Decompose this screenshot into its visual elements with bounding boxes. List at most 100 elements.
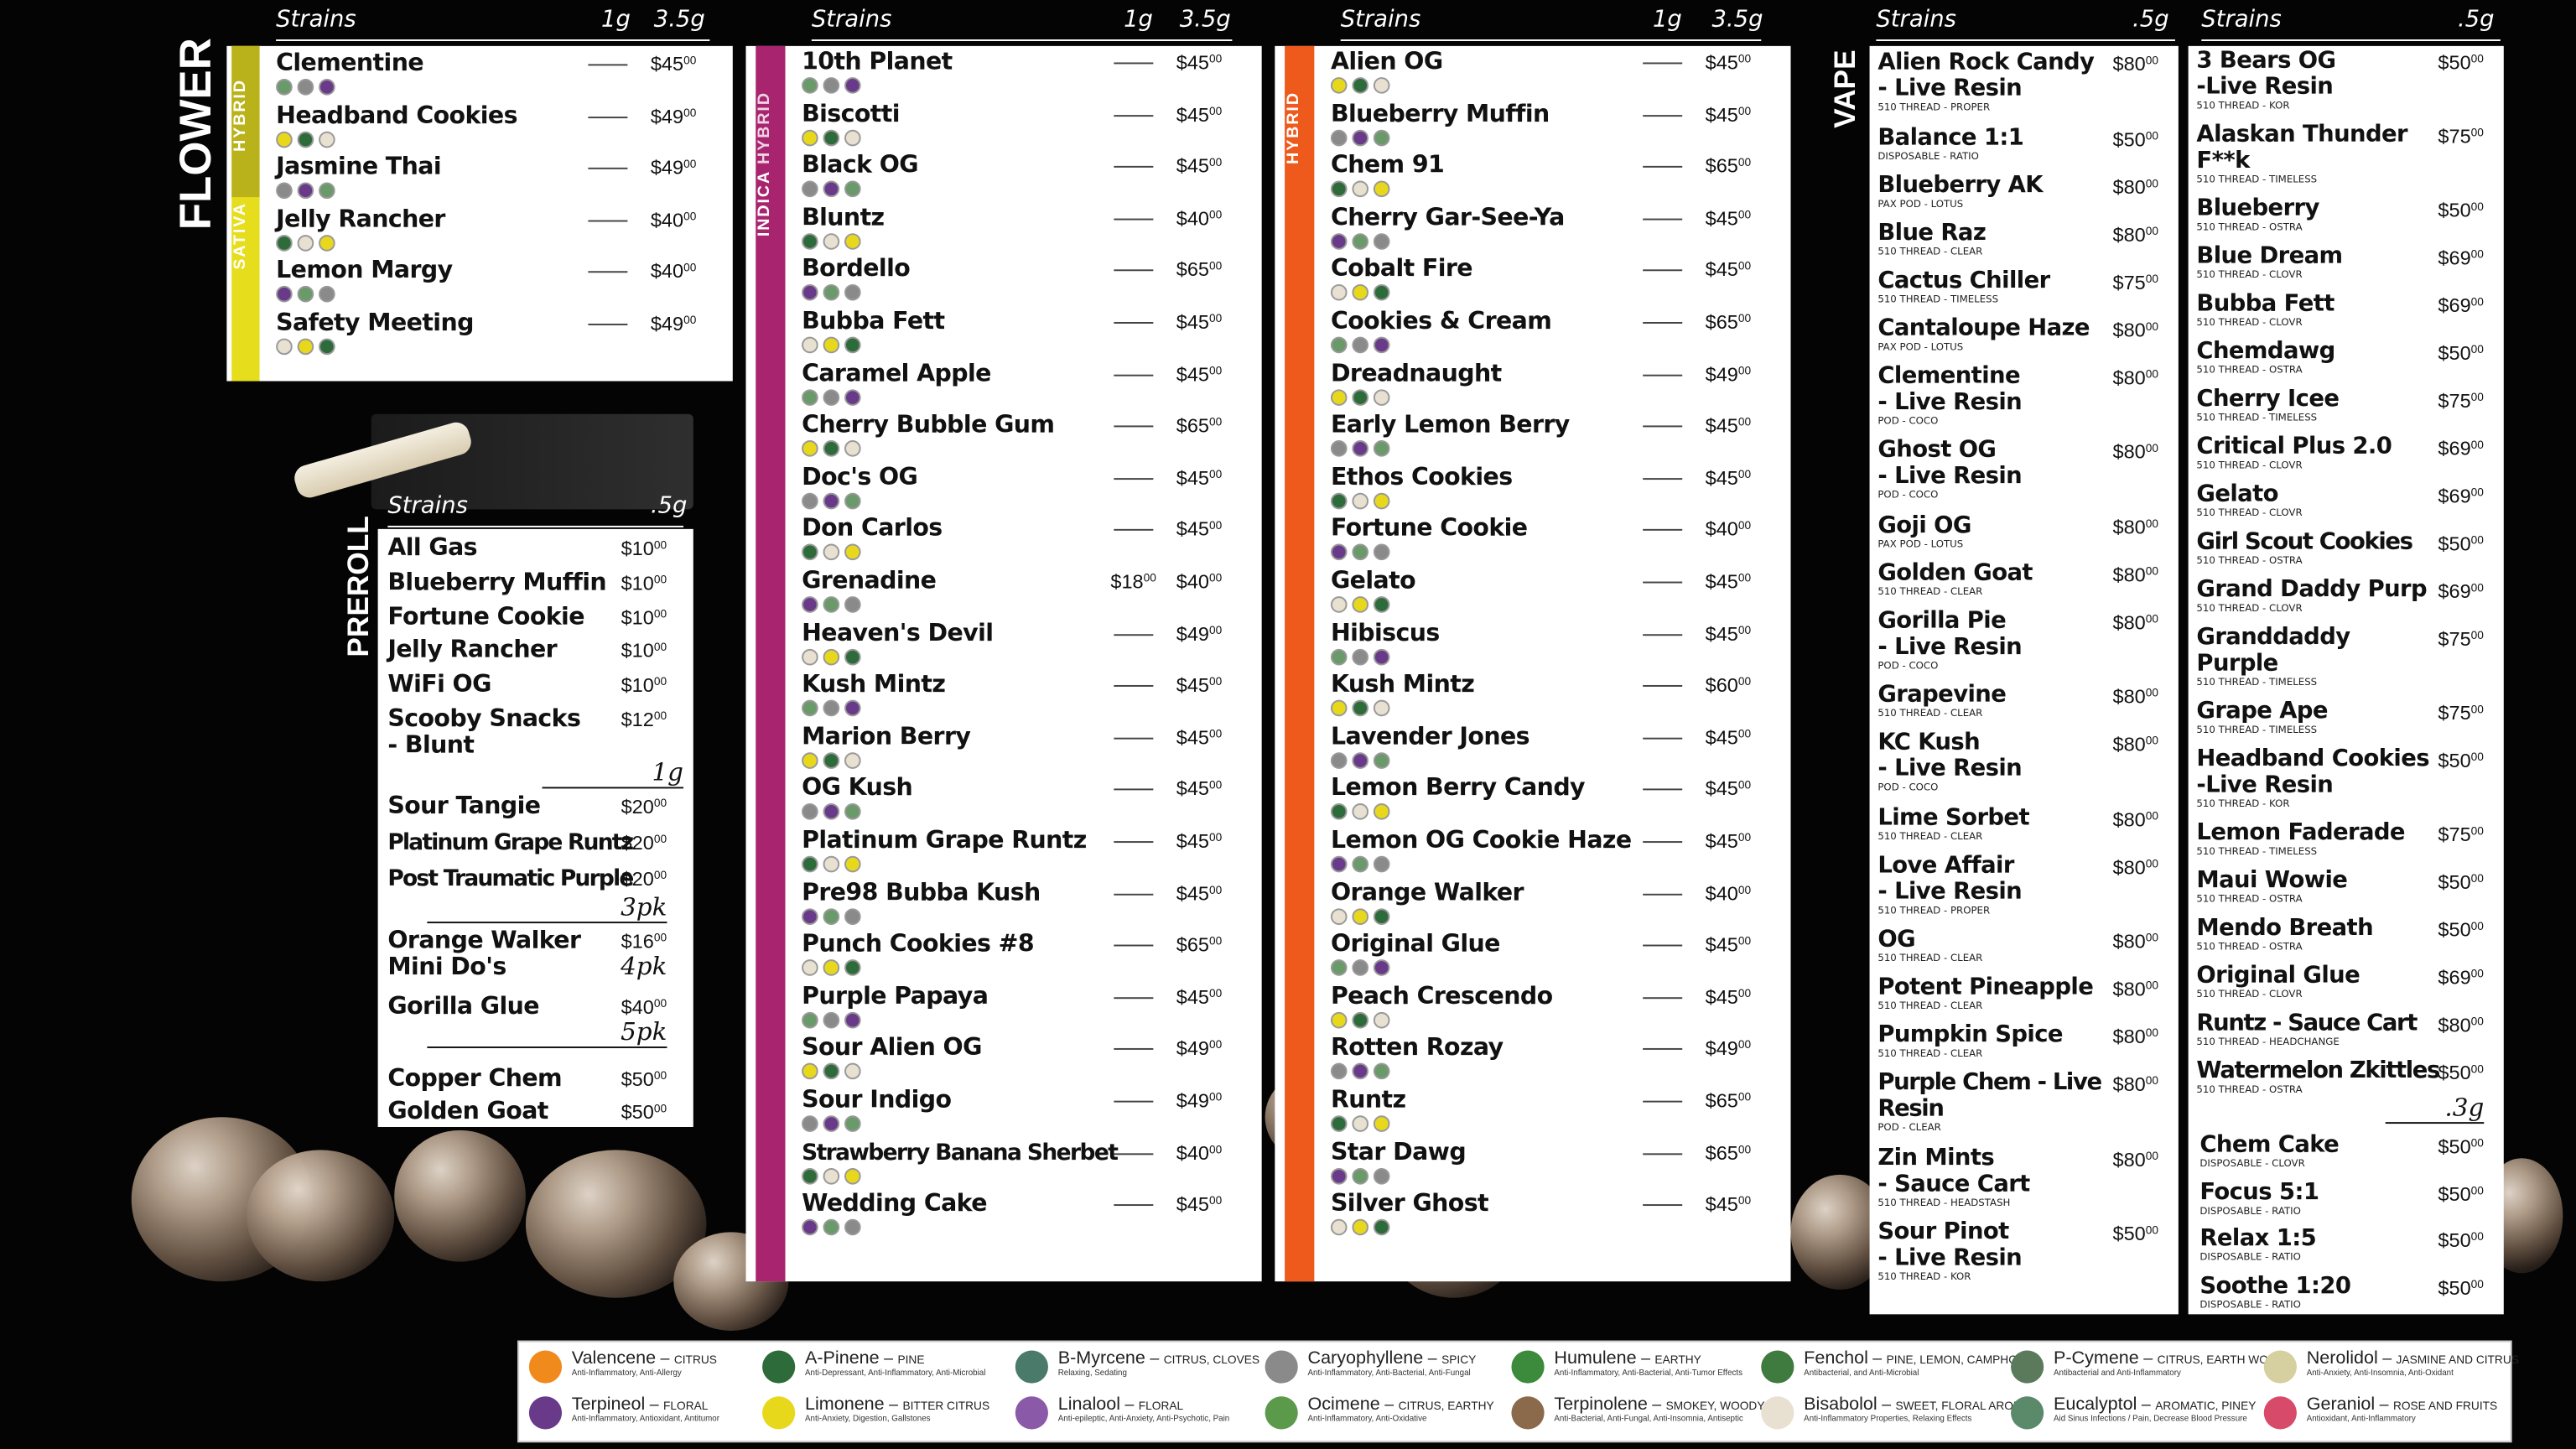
terpene-icon <box>1373 1167 1390 1184</box>
terpene-icon <box>1373 128 1390 146</box>
price: $4000 <box>1176 206 1223 229</box>
strain-item: Lemon Berry Candy <box>1330 776 1586 821</box>
price-dollars: $40 <box>1176 206 1210 230</box>
terpene-icon <box>1352 648 1369 665</box>
price-cents: 00 <box>2470 54 2484 66</box>
terpene-icon <box>1330 803 1348 821</box>
vape-item: Grand Daddy Purp 510 THREAD - CLOVR <box>2196 577 2427 615</box>
vape-item: Granddaddy Purple 510 THREAD - TIMELESS <box>2196 624 2350 688</box>
vape-name-line2: - Live Resin <box>1877 1245 2023 1272</box>
vape-name: Runtz - Sauce Cart <box>2196 1010 2418 1037</box>
dash-1g <box>1643 477 1683 480</box>
strain-name: Sour Indigo <box>802 1087 952 1114</box>
terpene-icons <box>1330 751 1530 769</box>
hybrid-band: HYBRID <box>231 45 260 198</box>
strain-item: Early Lemon Berry <box>1330 413 1570 458</box>
price: $4500 <box>1176 777 1223 800</box>
price: $4900 <box>1176 1089 1223 1112</box>
strain-item: Post Traumatic Purple <box>387 865 634 891</box>
price-cents: 00 <box>1209 1040 1223 1052</box>
terpene-icon <box>823 751 840 769</box>
strain-name: Blueberry Muffin <box>1330 101 1550 128</box>
vape-item: 3 Bears OG -Live Resin 510 THREAD - KOR <box>2196 48 2336 112</box>
strain-name: Fortune Cookie <box>1330 516 1528 543</box>
vape-item: Gorilla Pie - Live Resin POD - COCO <box>1877 607 2022 671</box>
price-cents: 00 <box>2145 858 2159 870</box>
section-label-1g: 1g <box>542 757 684 789</box>
strain-name: Headband Cookies <box>276 102 517 129</box>
dash-1g <box>1114 841 1154 844</box>
price-cents: 00 <box>653 711 667 724</box>
vape-name-line2: - Live Resin <box>1877 75 2023 102</box>
strain-item: Cookies & Cream <box>1330 309 1552 354</box>
terpene-icon <box>823 128 840 146</box>
price-cents: 00 <box>1209 521 1223 533</box>
terpene-icon <box>844 440 861 458</box>
price: $8000 <box>2113 366 2159 388</box>
vape-name: Clementine <box>1877 362 2020 389</box>
terpene-icon <box>823 492 840 509</box>
dash-1g <box>1643 996 1683 999</box>
lilac-icon <box>528 1396 563 1430</box>
price: $4500 <box>1176 362 1223 385</box>
strain-item: Golden Goat <box>387 1098 548 1124</box>
terpene-icon <box>1352 1115 1369 1132</box>
terpene-effects: Anti-Anxiety, Anti-Insomnia, Anti-Oxidan… <box>2306 1368 2454 1379</box>
strain-name: Lemon Berry Candy <box>1330 776 1586 802</box>
terpene-icon <box>802 1063 818 1080</box>
terpene-p-cymene: P-Cymene – CITRUS, EARTH WOOD Antibacteri… <box>2053 1348 2286 1379</box>
price: $4500 <box>1176 155 1223 178</box>
strain-item: All Gas <box>387 536 477 562</box>
vape-item: Critical Plus 2.0 510 THREAD - CLOVR <box>2196 434 2392 471</box>
price-dollars: $45 <box>1705 985 1738 1009</box>
terpene-icon <box>823 1115 840 1132</box>
terpene-icon <box>802 440 818 458</box>
header-1g: 1g <box>1124 6 1153 34</box>
strain-name: Black OG <box>802 153 919 179</box>
vape-name-line2: -Live Resin <box>2196 771 2334 799</box>
dash-1g <box>1114 633 1154 636</box>
price-dollars: $69 <box>2438 293 2471 318</box>
vape-name-line2: - Live Resin <box>1877 633 2023 660</box>
terpene-icon <box>319 337 335 355</box>
price: $4500 <box>1706 829 1752 852</box>
vape-hardware: 510 THREAD - TIMELESS <box>2196 174 2318 186</box>
strain-item: Punch Cookies #8 <box>802 932 1035 977</box>
price-dollars: $69 <box>2438 484 2471 508</box>
price: $4500 <box>1706 570 1752 593</box>
terpene-icon <box>1352 596 1369 613</box>
vape-name: Grand Daddy Purp <box>2196 576 2428 604</box>
vape-hardware: 510 THREAD - CLEAR <box>1877 1000 1983 1012</box>
terpene-name: Geraniol <box>2306 1394 2376 1415</box>
price-cents: 00 <box>2145 810 2159 823</box>
price-cents: 00 <box>1737 729 1752 741</box>
price-cents: 00 <box>1737 366 1752 377</box>
price-cents: 00 <box>2470 631 2484 643</box>
vape-name: Chemdawg <box>2196 338 2335 365</box>
indica-header: Strains 1g 3.5g <box>811 6 1233 41</box>
terpene-icons <box>1330 232 1565 250</box>
terpene-icon <box>1330 699 1348 717</box>
vape-hardware: 510 THREAD - CLEAR <box>1877 1047 1983 1060</box>
strain-item: Hibiscus <box>1330 621 1440 665</box>
vape-name: Watermelon Zkittles <box>2196 1057 2440 1085</box>
price: $1000 <box>621 571 667 594</box>
terpene-icon <box>844 1011 861 1029</box>
terpene-icons <box>1330 699 1474 717</box>
price: $8000 <box>2113 978 2159 1000</box>
terpene-icon <box>1352 388 1369 406</box>
price-cents: 00 <box>2145 518 2159 530</box>
vape-item: Cherry Icee 510 THREAD - TIMELESS <box>2196 386 2340 423</box>
price-dollars: $80 <box>2112 807 2146 831</box>
price-dollars: $10 <box>621 639 654 663</box>
terpene-icon <box>1352 440 1369 458</box>
section-label-3pk: 3pk <box>427 891 667 923</box>
header-35g: 3.5g <box>653 6 705 34</box>
terpene-icon <box>1373 699 1390 717</box>
price: $6900 <box>2438 485 2484 507</box>
vape-item: Grapevine 510 THREAD - CLEAR <box>1877 682 2006 719</box>
price-cents: 00 <box>2145 368 2159 381</box>
price: $5000 <box>2438 199 2484 221</box>
terpene-icon <box>276 182 293 200</box>
strain-name: Dreadnaught <box>1330 361 1502 387</box>
